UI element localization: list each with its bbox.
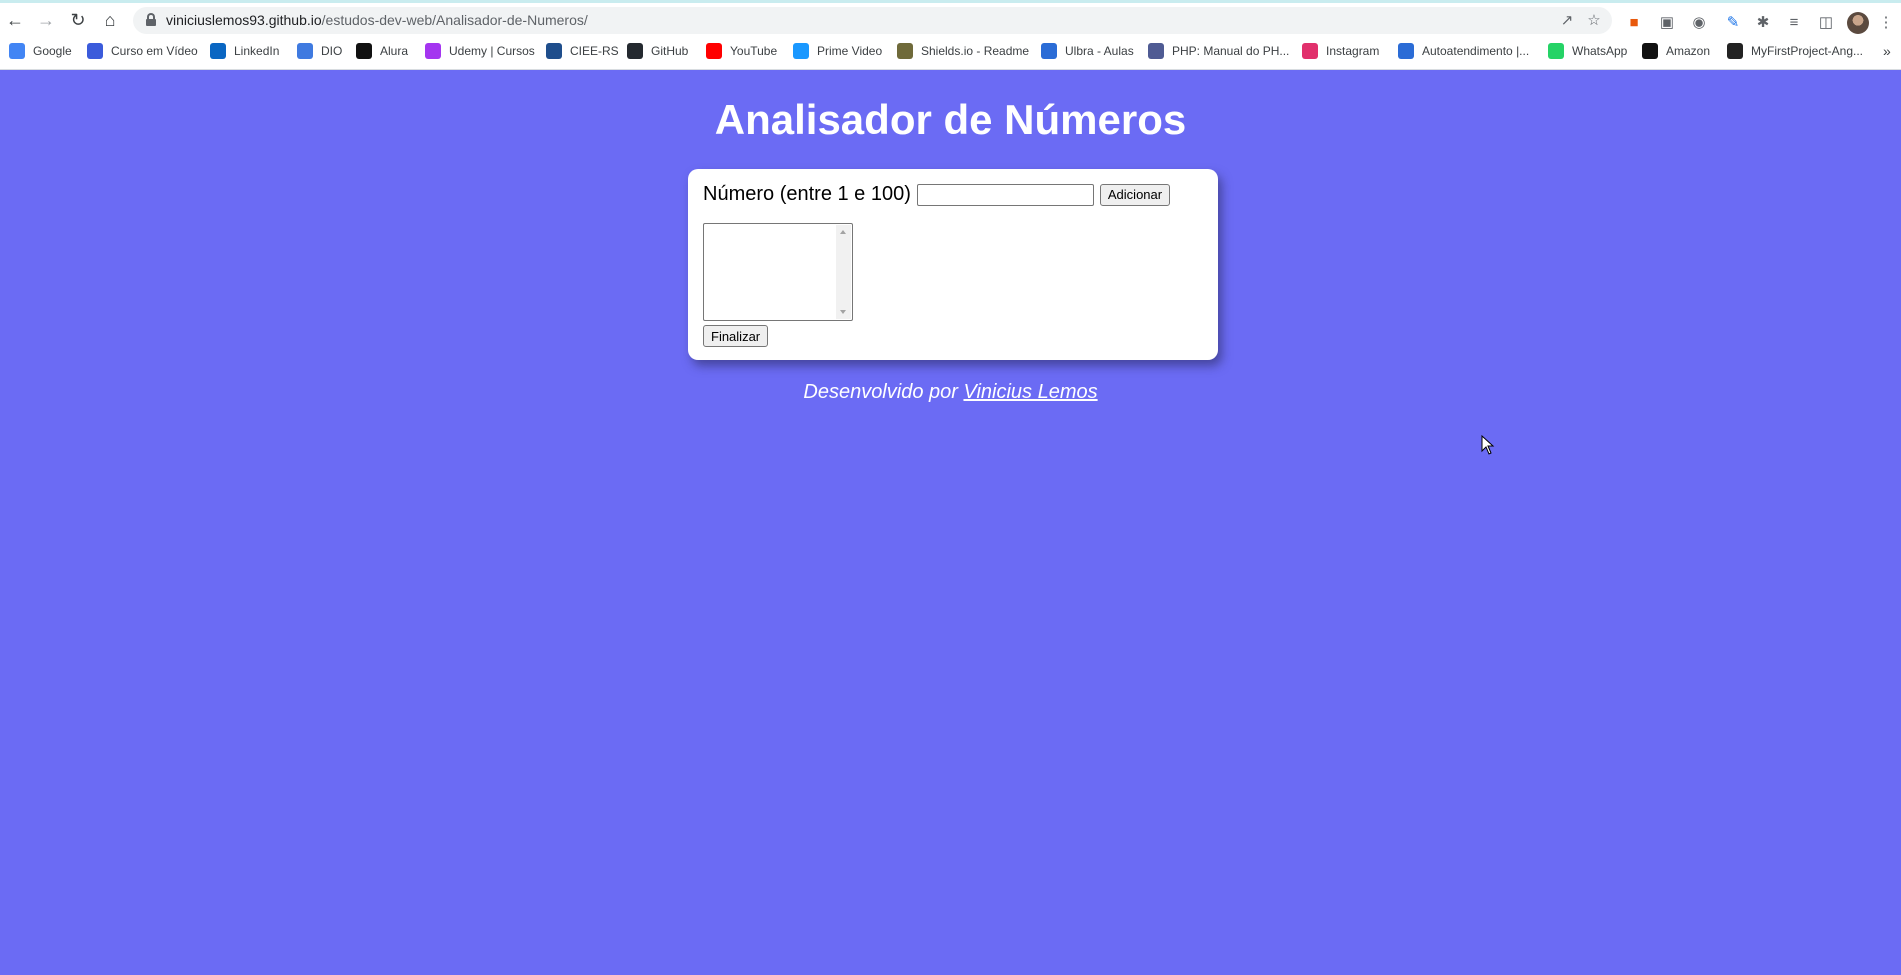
pen-extension-icon[interactable]: ✎ <box>1722 12 1744 34</box>
bookmark-star-icon[interactable]: ☆ <box>1584 11 1604 31</box>
add-button[interactable]: Adicionar <box>1099 183 1171 206</box>
url-path: /estudos-dev-web/Analisador-de-Numeros/ <box>321 12 588 28</box>
footer: Desenvolvido por Vinicius Lemos <box>0 381 1901 404</box>
bookmark-item[interactable]: Alura <box>356 40 408 62</box>
bookmark-item[interactable]: Amazon <box>1642 40 1710 62</box>
profile-avatar[interactable] <box>1847 12 1869 34</box>
number-input[interactable] <box>916 183 1094 206</box>
home-icon[interactable]: ⌂ <box>98 8 122 32</box>
menu-icon[interactable]: ⋮ <box>1875 12 1897 34</box>
bookmark-label: Curso em Vídeo <box>111 44 198 58</box>
bookmark-item[interactable]: LinkedIn <box>210 40 279 62</box>
address-bar[interactable]: viniciuslemos93.github.io/estudos-dev-we… <box>133 7 1612 34</box>
browser-toolbar: ← → ↻ ⌂ viniciuslemos93.github.io/estudo… <box>0 4 1901 36</box>
instagram-icon <box>1302 43 1318 59</box>
numbers-list[interactable] <box>703 223 853 321</box>
ciee-icon <box>546 43 562 59</box>
bookmark-item[interactable]: Udemy | Cursos <box>425 40 535 62</box>
analyzer-card: Número (entre 1 e 100) Adicionar Finaliz… <box>688 169 1218 360</box>
back-icon[interactable]: ← <box>3 8 27 32</box>
bookmark-label: YouTube <box>730 44 778 58</box>
bookmark-item[interactable]: Autoatendimento |... <box>1398 40 1529 62</box>
bookmark-item[interactable]: Curso em Vídeo <box>87 40 198 62</box>
linkedin-icon <box>210 43 226 59</box>
bookmark-label: PHP: Manual do PH... <box>1172 44 1290 58</box>
share-icon[interactable]: ↗ <box>1557 11 1577 31</box>
bookmark-label: Google <box>33 44 72 58</box>
bookmark-item[interactable]: Google <box>9 40 72 62</box>
bookmark-label: Shields.io - Readme <box>921 44 1030 58</box>
browser-chrome: ← → ↻ ⌂ viniciuslemos93.github.io/estudo… <box>0 0 1901 70</box>
bookmark-label: Autoatendimento |... <box>1422 44 1530 58</box>
bookmark-label: Instagram <box>1326 44 1380 58</box>
youtube-icon <box>706 43 722 59</box>
udemy-icon <box>425 43 441 59</box>
dio-icon <box>297 43 313 59</box>
url-host: viniciuslemos93.github.io <box>166 12 322 28</box>
bookmark-label: MyFirstProject-Ang... <box>1751 44 1864 58</box>
bookmark-item[interactable]: YouTube <box>706 40 777 62</box>
bookmark-item[interactable]: Instagram <box>1302 40 1379 62</box>
bookmark-item[interactable]: CIEE-RS <box>546 40 619 62</box>
url-text: viniciuslemos93.github.io/estudos-dev-we… <box>166 12 588 28</box>
bookmark-item[interactable]: WhatsApp <box>1548 40 1627 62</box>
prime-video-icon <box>793 43 809 59</box>
bookmark-label: Udemy | Cursos <box>449 44 535 58</box>
google-icon <box>9 43 25 59</box>
ulbra-icon <box>1041 43 1057 59</box>
bookmark-label: WhatsApp <box>1572 44 1628 58</box>
author-link[interactable]: Vinicius Lemos <box>963 381 1097 403</box>
bookmark-item[interactable]: Prime Video <box>793 40 882 62</box>
screenshot-icon[interactable]: ▣ <box>1656 12 1678 34</box>
bookmarks-bar: Google Curso em Vídeo LinkedIn DIO Alura Udem… <box>0 40 1901 62</box>
lock-icon <box>146 13 156 26</box>
bookmark-label: Prime Video <box>817 44 883 58</box>
footer-prefix: Desenvolvido por <box>803 381 958 403</box>
bookmark-label: LinkedIn <box>234 44 280 58</box>
more-bookmarks-icon[interactable]: » <box>1883 40 1891 62</box>
side-panel-icon[interactable]: ◫ <box>1815 12 1837 34</box>
amazon-icon <box>1642 43 1658 59</box>
bookmark-item[interactable]: GitHub <box>627 40 688 62</box>
bookmark-label: DIO <box>321 44 343 58</box>
bookmark-item[interactable]: Shields.io - Readme <box>897 40 1029 62</box>
bookmark-label: Alura <box>380 44 409 58</box>
bookmark-item[interactable]: MyFirstProject-Ang... <box>1727 40 1863 62</box>
bookmark-label: CIEE-RS <box>570 44 619 58</box>
alura-icon <box>356 43 372 59</box>
mouse-cursor-icon <box>1481 435 1495 455</box>
page-title: Analisador de Números <box>714 96 1187 143</box>
php-icon <box>1148 43 1164 59</box>
reading-list-icon[interactable]: ≡ <box>1783 12 1805 34</box>
scroll-up-icon[interactable] <box>840 230 846 234</box>
list-scrollbar[interactable] <box>836 225 851 319</box>
autoatendimento-icon <box>1398 43 1414 59</box>
extension-icon[interactable]: ◉ <box>1688 12 1710 34</box>
tab-strip-edge <box>0 0 1901 3</box>
puzzle-icon[interactable]: ✱ <box>1752 12 1774 34</box>
bookmark-label: Amazon <box>1666 44 1711 58</box>
bookmark-item[interactable]: PHP: Manual do PH... <box>1148 40 1289 62</box>
bookmark-item[interactable]: DIO <box>297 40 342 62</box>
shields-icon <box>897 43 913 59</box>
bookmark-label: GitHub <box>651 44 689 58</box>
reload-icon[interactable]: ↻ <box>66 8 90 32</box>
bookmark-label: Ulbra - Aulas <box>1065 44 1134 58</box>
number-row: Número (entre 1 e 100) Adicionar <box>703 183 1171 206</box>
forward-icon[interactable]: → <box>34 8 58 32</box>
whatsapp-icon <box>1548 43 1564 59</box>
bookmark-item[interactable]: Ulbra - Aulas <box>1041 40 1134 62</box>
brave-shield-icon[interactable]: ■ <box>1623 12 1645 34</box>
number-label: Número (entre 1 e 100) <box>703 183 911 205</box>
finish-button[interactable]: Finalizar <box>703 325 769 347</box>
curso-em-video-icon <box>87 43 103 59</box>
scroll-down-icon[interactable] <box>840 310 846 314</box>
angular-icon <box>1727 43 1743 59</box>
github-icon <box>627 43 643 59</box>
